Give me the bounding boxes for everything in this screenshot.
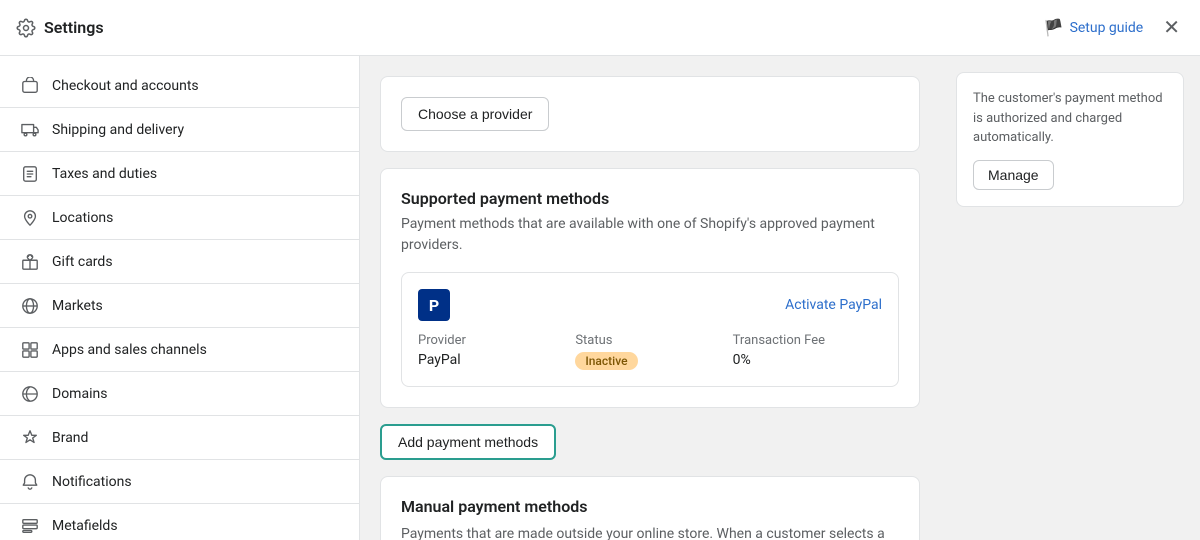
checkout-icon — [20, 76, 40, 96]
sidebar-item-markets[interactable]: Markets — [0, 284, 359, 328]
top-bar: Settings 🏴 Setup guide ✕ — [0, 0, 1200, 56]
gift-icon — [20, 252, 40, 272]
info-card: The customer's payment method is authori… — [956, 72, 1184, 207]
supported-payment-methods-card: Supported payment methods Payment method… — [380, 168, 920, 408]
sidebar-label-gift-cards: Gift cards — [52, 254, 113, 270]
content-area: Choose a provider Supported payment meth… — [360, 56, 940, 540]
add-payment-methods-button[interactable]: Add payment methods — [380, 424, 556, 460]
activate-paypal-link[interactable]: Activate PayPal — [785, 297, 882, 313]
fee-label: Transaction Fee — [733, 333, 882, 348]
status-badge: Inactive — [575, 352, 637, 370]
sidebar-item-domains[interactable]: Domains — [0, 372, 359, 416]
sidebar-label-metafields: Metafields — [52, 518, 118, 534]
markets-icon — [20, 296, 40, 316]
manual-methods-title: Manual payment methods — [401, 497, 899, 516]
sidebar-item-taxes-duties[interactable]: Taxes and duties — [0, 152, 359, 196]
paypal-header: P Activate PayPal — [418, 289, 882, 321]
fee-col: Transaction Fee 0% — [733, 333, 882, 370]
sidebar-item-apps-sales[interactable]: Apps and sales channels — [0, 328, 359, 372]
choose-provider-button[interactable]: Choose a provider — [401, 97, 549, 131]
sidebar-item-shipping-delivery[interactable]: Shipping and delivery — [0, 108, 359, 152]
metafields-icon — [20, 516, 40, 536]
supported-methods-title: Supported payment methods — [401, 189, 899, 208]
sidebar-label-brand: Brand — [52, 430, 88, 446]
domains-icon — [20, 384, 40, 404]
taxes-icon — [20, 164, 40, 184]
bell-icon — [20, 472, 40, 492]
status-value: Inactive — [575, 352, 724, 370]
fee-value: 0% — [733, 352, 882, 368]
sidebar-item-checkout-accounts[interactable]: Checkout and accounts — [0, 64, 359, 108]
provider-label: Provider — [418, 333, 567, 348]
setup-guide-label: Setup guide — [1070, 20, 1144, 36]
close-button[interactable]: ✕ — [1159, 14, 1184, 42]
status-label: Status — [575, 333, 724, 348]
manage-button[interactable]: Manage — [973, 160, 1054, 190]
main-layout: Checkout and accounts Shipping and deliv… — [0, 56, 1200, 540]
sidebar-label-shipping-delivery: Shipping and delivery — [52, 122, 184, 138]
settings-icon — [16, 18, 36, 38]
apps-icon — [20, 340, 40, 360]
sidebar-label-domains: Domains — [52, 386, 107, 402]
sidebar-item-gift-cards[interactable]: Gift cards — [0, 240, 359, 284]
setup-guide-link[interactable]: 🏴 Setup guide — [1044, 18, 1144, 37]
sidebar-item-metafields[interactable]: Metafields — [0, 504, 359, 540]
choose-provider-card: Choose a provider — [380, 76, 920, 152]
provider-value: PayPal — [418, 352, 567, 368]
provider-col: Provider PayPal — [418, 333, 567, 370]
sidebar-label-apps-sales: Apps and sales channels — [52, 342, 207, 358]
sidebar-item-locations[interactable]: Locations — [0, 196, 359, 240]
sidebar-label-checkout-accounts: Checkout and accounts — [52, 78, 199, 94]
top-bar-right: 🏴 Setup guide ✕ — [1044, 14, 1184, 42]
manual-methods-description: Payments that are made outside your onli… — [401, 524, 899, 540]
right-panel: The customer's payment method is authori… — [940, 56, 1200, 540]
paypal-logo: P — [418, 289, 450, 321]
flag-icon: 🏴 — [1044, 18, 1064, 37]
shipping-icon — [20, 120, 40, 140]
brand-icon — [20, 428, 40, 448]
sidebar-item-notifications[interactable]: Notifications — [0, 460, 359, 504]
top-bar-left: Settings — [16, 18, 104, 38]
add-payment-container: Add payment methods — [380, 424, 920, 460]
sidebar-label-markets: Markets — [52, 298, 103, 314]
sidebar: Checkout and accounts Shipping and deliv… — [0, 56, 360, 540]
info-card-text: The customer's payment method is authori… — [973, 89, 1167, 148]
supported-methods-description: Payment methods that are available with … — [401, 214, 899, 256]
sidebar-label-locations: Locations — [52, 210, 113, 226]
page-title: Settings — [44, 18, 104, 37]
sidebar-item-brand[interactable]: Brand — [0, 416, 359, 460]
provider-details: Provider PayPal Status Inactive Transact… — [418, 333, 882, 370]
sidebar-label-notifications: Notifications — [52, 474, 132, 490]
sidebar-label-taxes-duties: Taxes and duties — [52, 166, 157, 182]
paypal-card: P Activate PayPal Provider PayPal Status — [401, 272, 899, 387]
location-icon — [20, 208, 40, 228]
manual-payment-methods-card: Manual payment methods Payments that are… — [380, 476, 920, 540]
status-col: Status Inactive — [575, 333, 724, 370]
